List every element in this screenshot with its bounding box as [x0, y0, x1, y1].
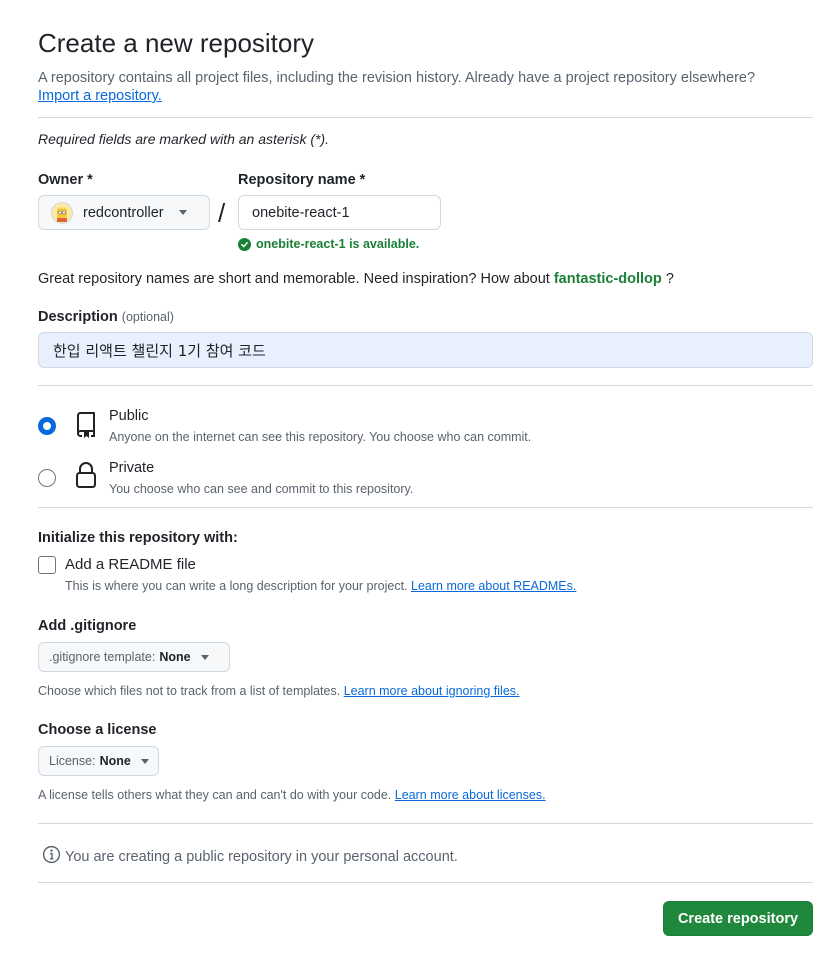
divider: [38, 823, 813, 824]
visibility-public-title: Public: [109, 408, 149, 424]
chevron-down-icon: [140, 758, 149, 764]
optional-tag: (optional): [121, 310, 174, 324]
description-label: Description (optional): [38, 309, 174, 325]
availability-status: onebite-react-1 is available.: [238, 237, 419, 251]
repo-name-label: Repository name *: [238, 172, 366, 188]
lock-icon: [75, 461, 97, 492]
repo-name-input[interactable]: [238, 195, 441, 230]
description-input[interactable]: [38, 332, 813, 368]
owner-repo-separator: /: [218, 198, 226, 228]
license-select-value: None: [99, 754, 131, 768]
readme-note: This is where you can write a long descr…: [65, 579, 576, 593]
visibility-public-desc: Anyone on the internet can see this repo…: [109, 430, 532, 444]
chevron-down-icon: [178, 210, 187, 215]
initialize-heading: Initialize this repository with:: [38, 530, 238, 546]
page-subtitle: A repository contains all project files,…: [38, 70, 756, 86]
license-select-prefix: License:: [49, 754, 96, 768]
import-repository-link[interactable]: Import a repository.: [38, 88, 162, 104]
divider: [38, 507, 813, 508]
license-note: A license tells others what they can and…: [38, 788, 546, 802]
license-note-text: A license tells others what they can and…: [38, 788, 392, 802]
divider: [38, 117, 813, 118]
gitignore-note: Choose which files not to track from a l…: [38, 684, 520, 698]
divider: [38, 882, 813, 883]
visibility-private-title: Private: [109, 460, 155, 476]
owner-avatar-icon: [53, 203, 71, 222]
gitignore-select-prefix: .gitignore template:: [49, 650, 156, 664]
gitignore-template-select[interactable]: .gitignore template: None: [38, 642, 230, 672]
gitignore-learn-more-link[interactable]: Learn more about ignoring files.: [344, 684, 520, 698]
repo-icon: [74, 411, 98, 442]
availability-text: onebite-react-1 is available.: [256, 237, 420, 251]
owner-label: Owner *: [38, 172, 93, 188]
license-select[interactable]: License: None: [38, 746, 159, 776]
create-repository-button[interactable]: Create repository: [663, 901, 813, 936]
check-circle-icon: [238, 237, 251, 251]
gitignore-heading: Add .gitignore: [38, 618, 137, 634]
info-icon: [42, 845, 61, 868]
chevron-down-icon: [200, 654, 209, 660]
inspiration-text: Great repository names are short and mem…: [38, 271, 550, 287]
description-label-text: Description: [38, 309, 118, 325]
readme-label[interactable]: Add a README file: [65, 556, 196, 573]
info-text: You are creating a public repository in …: [65, 848, 458, 865]
gitignore-note-text: Choose which files not to track from a l…: [38, 684, 341, 698]
gitignore-select-value: None: [159, 650, 191, 664]
name-inspiration: Great repository names are short and mem…: [38, 271, 674, 287]
owner-name: redcontroller: [83, 204, 164, 221]
readme-checkbox[interactable]: [38, 556, 56, 574]
license-heading: Choose a license: [38, 722, 157, 738]
radio-public[interactable]: [38, 417, 56, 435]
avatar: [51, 201, 73, 224]
readme-learn-more-link[interactable]: Learn more about READMEs.: [411, 579, 576, 593]
visibility-private-desc: You choose who can see and commit to thi…: [109, 482, 414, 496]
required-fields-note: Required fields are marked with an aster…: [38, 131, 330, 147]
owner-select[interactable]: redcontroller: [38, 195, 210, 230]
divider: [38, 385, 813, 386]
page-title: Create a new repository: [38, 28, 315, 58]
inspiration-suffix: ?: [665, 271, 674, 287]
readme-desc: This is where you can write a long descr…: [65, 579, 408, 593]
public-repo-info: You are creating a public repository in …: [42, 845, 458, 868]
suggested-name[interactable]: fantastic-dollop: [554, 271, 662, 287]
license-learn-more-link[interactable]: Learn more about licenses.: [395, 788, 546, 802]
radio-private[interactable]: [38, 469, 56, 487]
